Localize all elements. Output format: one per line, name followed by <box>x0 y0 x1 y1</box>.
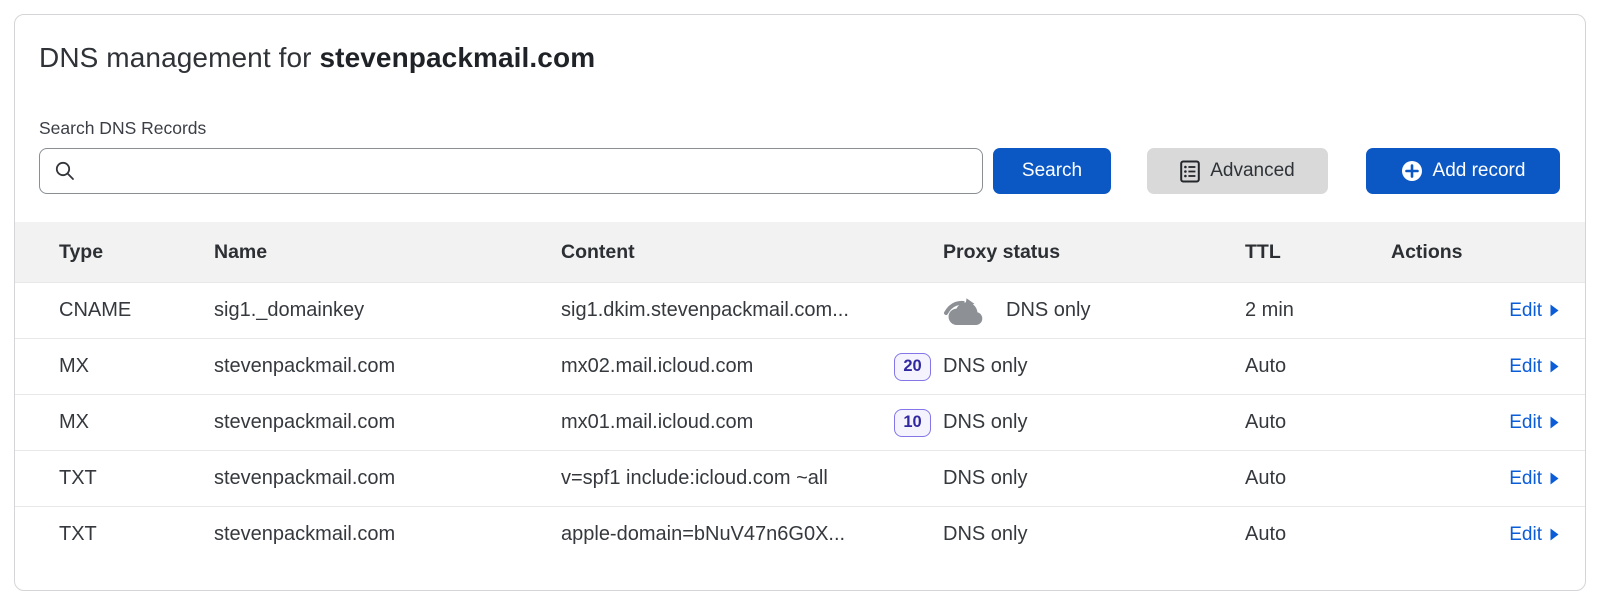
proxy-status-cell: DNS only <box>931 467 1245 490</box>
table-row: MX stevenpackmail.com mx01.mail.icloud.c… <box>15 394 1585 450</box>
proxy-status-cell: 20 DNS only <box>931 353 1245 381</box>
edit-link[interactable]: Edit <box>1509 468 1559 490</box>
proxy-status-label: DNS only <box>943 467 1027 490</box>
record-ttl: Auto <box>1245 467 1391 490</box>
dns-controls-bar: Search Advanced <box>15 148 1585 194</box>
actions-cell: Edit <box>1391 300 1559 322</box>
search-box <box>39 148 983 194</box>
add-record-button[interactable]: Add record <box>1366 148 1560 194</box>
record-ttl: 2 min <box>1245 299 1391 322</box>
search-label: Search DNS Records <box>39 118 1561 139</box>
page-title: DNS management for stevenpackmail.com <box>39 42 1561 74</box>
search-icon <box>54 160 76 187</box>
proxy-status-label: DNS only <box>943 355 1027 378</box>
record-type: MX <box>59 355 214 378</box>
edit-link-label: Edit <box>1509 356 1542 378</box>
dns-management-card: DNS management for stevenpackmail.com Se… <box>14 14 1586 591</box>
chevron-right-icon <box>1550 416 1559 429</box>
search-input[interactable] <box>39 148 983 194</box>
edit-link[interactable]: Edit <box>1509 356 1559 378</box>
proxy-status-cell: 10 DNS only <box>931 409 1245 437</box>
table-row: TXT stevenpackmail.com apple-domain=bNuV… <box>15 506 1585 562</box>
proxy-status-label: DNS only <box>1006 299 1090 322</box>
plus-circle-icon <box>1401 160 1423 182</box>
edit-link-label: Edit <box>1509 468 1542 490</box>
advanced-button[interactable]: Advanced <box>1147 148 1328 194</box>
actions-cell: Edit <box>1391 524 1559 546</box>
record-content: v=spf1 include:icloud.com ~all <box>561 467 931 490</box>
proxy-status-cell: DNS only <box>931 523 1245 546</box>
table-row: MX stevenpackmail.com mx02.mail.icloud.c… <box>15 338 1585 394</box>
add-record-button-label: Add record <box>1433 160 1526 182</box>
search-button-label: Search <box>1022 160 1082 182</box>
header-ttl: TTL <box>1245 241 1391 264</box>
chevron-right-icon <box>1550 528 1559 541</box>
record-name: stevenpackmail.com <box>214 523 561 546</box>
record-ttl: Auto <box>1245 355 1391 378</box>
record-content: apple-domain=bNuV47n6G0X... <box>561 523 931 546</box>
record-ttl: Auto <box>1245 411 1391 434</box>
table-row: CNAME sig1._domainkey sig1.dkim.stevenpa… <box>15 282 1585 338</box>
header-content: Content <box>561 241 931 264</box>
record-type: CNAME <box>59 299 214 322</box>
table-header-row: Type Name Content Proxy status TTL Actio… <box>15 222 1585 282</box>
priority-badge: 20 <box>894 353 931 381</box>
actions-cell: Edit <box>1391 412 1559 434</box>
chevron-right-icon <box>1550 472 1559 485</box>
page-title-prefix: DNS management for <box>39 42 319 73</box>
record-content: mx01.mail.icloud.com <box>561 411 931 434</box>
edit-link-label: Edit <box>1509 412 1542 434</box>
chevron-right-icon <box>1550 304 1559 317</box>
proxy-status-cell: DNS only <box>931 296 1245 326</box>
dns-records-table: Type Name Content Proxy status TTL Actio… <box>15 222 1585 562</box>
edit-link-label: Edit <box>1509 524 1542 546</box>
table-row: TXT stevenpackmail.com v=spf1 include:ic… <box>15 450 1585 506</box>
cloud-dns-only-icon <box>943 296 989 326</box>
record-name: sig1._domainkey <box>214 299 561 322</box>
record-type: MX <box>59 411 214 434</box>
edit-link[interactable]: Edit <box>1509 524 1559 546</box>
record-content: mx02.mail.icloud.com <box>561 355 931 378</box>
record-ttl: Auto <box>1245 523 1391 546</box>
header-name: Name <box>214 241 561 264</box>
edit-link[interactable]: Edit <box>1509 412 1559 434</box>
record-name: stevenpackmail.com <box>214 411 561 434</box>
header-actions: Actions <box>1391 241 1559 264</box>
header-type: Type <box>59 241 214 264</box>
record-type: TXT <box>59 523 214 546</box>
proxy-status-label: DNS only <box>943 523 1027 546</box>
chevron-right-icon <box>1550 360 1559 373</box>
edit-link-label: Edit <box>1509 300 1542 322</box>
list-icon <box>1180 160 1200 183</box>
actions-cell: Edit <box>1391 468 1559 490</box>
proxy-status-label: DNS only <box>943 411 1027 434</box>
priority-badge: 10 <box>894 409 931 437</box>
edit-link[interactable]: Edit <box>1509 300 1559 322</box>
page-title-domain: stevenpackmail.com <box>319 42 595 73</box>
record-type: TXT <box>59 467 214 490</box>
record-content: sig1.dkim.stevenpackmail.com... <box>561 299 931 322</box>
header-proxy-status: Proxy status <box>931 241 1245 264</box>
actions-cell: Edit <box>1391 356 1559 378</box>
advanced-button-label: Advanced <box>1210 160 1295 182</box>
record-name: stevenpackmail.com <box>214 355 561 378</box>
search-button[interactable]: Search <box>993 148 1111 194</box>
record-name: stevenpackmail.com <box>214 467 561 490</box>
